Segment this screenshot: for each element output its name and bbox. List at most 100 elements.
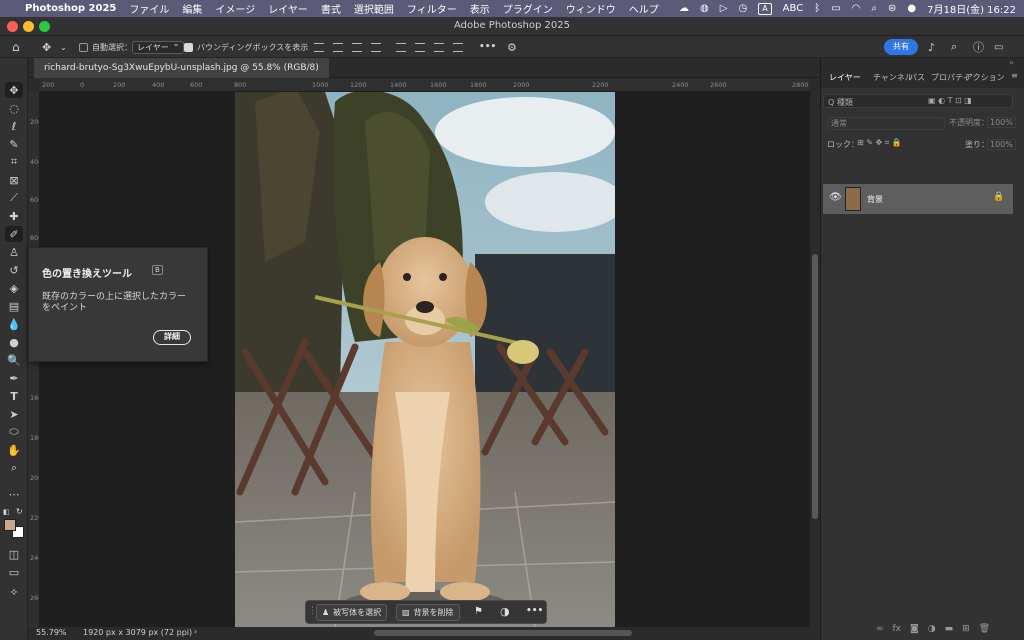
- bluetooth-icon[interactable]: ᛒ: [814, 3, 820, 14]
- layer-mask-icon[interactable]: ◙: [910, 624, 919, 634]
- settings-gear-icon[interactable]: ⚙: [507, 40, 517, 54]
- battery-icon[interactable]: ▭: [831, 3, 840, 14]
- adjustment-layer-icon[interactable]: ◑: [928, 624, 936, 634]
- zoom-tool-icon[interactable]: ⌕: [5, 460, 23, 476]
- layer-lock-icon[interactable]: 🔒: [993, 192, 1004, 202]
- link-layers-icon[interactable]: ∞: [876, 624, 884, 634]
- gradient-tool-icon[interactable]: ▤: [5, 298, 23, 314]
- notifications-bell-icon[interactable]: ♪: [928, 40, 935, 54]
- edit-toolbar-icon[interactable]: ⋯: [5, 486, 23, 502]
- new-layer-icon[interactable]: ⊞: [962, 624, 970, 634]
- layer-name[interactable]: 背景: [867, 194, 883, 205]
- more-options-button[interactable]: •••: [479, 40, 496, 54]
- layer-style-fx-icon[interactable]: fx: [893, 624, 902, 634]
- horizontal-scroll-thumb[interactable]: [374, 630, 632, 636]
- path-selection-tool-icon[interactable]: ➤: [5, 406, 23, 422]
- screen-mode-icon[interactable]: ▭: [5, 564, 23, 580]
- align-middle-icon[interactable]: [415, 43, 425, 52]
- align-top-icon[interactable]: [396, 43, 406, 52]
- group-folder-icon[interactable]: ▬: [945, 624, 954, 634]
- app-menu[interactable]: Photoshop 2025: [25, 3, 116, 14]
- remove-background-button[interactable]: ▨ 背景を削除: [396, 604, 460, 621]
- opacity-input[interactable]: 100%: [987, 117, 1016, 128]
- default-colors-icon[interactable]: ◧: [3, 508, 10, 516]
- status-menu-arrow[interactable]: ›: [194, 627, 197, 636]
- blend-mode-select[interactable]: 通常: [827, 117, 945, 130]
- swap-colors-icon[interactable]: ↻: [16, 507, 23, 516]
- input-mode-label[interactable]: ABC: [783, 3, 804, 14]
- menu-edit[interactable]: 編集: [182, 1, 202, 16]
- crop-tool-icon[interactable]: ⌗: [5, 154, 23, 170]
- control-center-icon[interactable]: ⊜: [888, 3, 896, 14]
- help-icon[interactable]: ⓘ: [973, 40, 984, 54]
- distribute-horizontal-icon[interactable]: [371, 43, 381, 52]
- history-brush-tool-icon[interactable]: ↺: [5, 262, 23, 278]
- tooltip-details-button[interactable]: 詳細: [153, 330, 191, 345]
- layer-kind-filter[interactable]: Q 種類 ▣ ◐ T ⊡ ◨: [823, 94, 1013, 108]
- home-icon[interactable]: ⌂: [12, 40, 20, 54]
- type-tool-icon[interactable]: T: [5, 388, 23, 404]
- menubar-clock[interactable]: 7月18日(金) 16:22: [927, 1, 1016, 16]
- eyedropper-tool-icon[interactable]: ⟋: [5, 190, 23, 206]
- trash-icon[interactable]: 🗑: [979, 624, 990, 634]
- flag-icon[interactable]: ⚑: [474, 606, 483, 617]
- clone-stamp-tool-icon[interactable]: ♙: [5, 244, 23, 260]
- taskbar-more-button[interactable]: •••: [526, 606, 543, 616]
- foreground-color-swatch[interactable]: [4, 519, 16, 531]
- share-button[interactable]: 共有: [884, 39, 918, 55]
- tab-channels[interactable]: チャンネル: [873, 72, 913, 83]
- bounding-box-option[interactable]: バウンディングボックスを表示: [184, 40, 308, 54]
- document-tab[interactable]: richard-brutyo-Sg3XwuEpybU-unsplash.jpg …: [34, 58, 329, 78]
- zoom-level[interactable]: 55.79%: [36, 628, 67, 637]
- align-left-icon[interactable]: [314, 43, 324, 52]
- workspace-icon[interactable]: ▭: [994, 40, 1003, 54]
- quick-mask-icon[interactable]: ◫: [5, 546, 23, 562]
- visibility-eye-icon[interactable]: 👁: [829, 192, 842, 203]
- tab-layers[interactable]: レイヤー: [829, 72, 861, 83]
- clock-icon[interactable]: ◷: [738, 3, 747, 14]
- move-tool-icon[interactable]: ✥: [5, 82, 23, 98]
- generative-icon[interactable]: ✧: [5, 584, 23, 600]
- tab-paths[interactable]: パス: [909, 72, 925, 83]
- auto-select-target-select[interactable]: レイヤー: [132, 39, 184, 54]
- layer-row-background[interactable]: 👁 背景 🔒: [823, 184, 1013, 214]
- search-icon[interactable]: ⌕: [871, 3, 877, 14]
- dodge-tool-icon[interactable]: ●: [5, 334, 23, 350]
- search-icon[interactable]: ⌕: [951, 40, 957, 54]
- menu-image[interactable]: イメージ: [215, 1, 255, 16]
- menu-filter[interactable]: フィルター: [407, 1, 457, 16]
- panel-menu-icon[interactable]: ≡: [1011, 71, 1018, 80]
- color-replacement-tool-icon[interactable]: ✐: [5, 226, 23, 242]
- fill-input[interactable]: 100%: [987, 139, 1016, 150]
- vertical-scrollbar[interactable]: [810, 79, 820, 627]
- lock-icons[interactable]: ⊞ ✎ ✥ ⌗ 🔒: [857, 138, 902, 148]
- siri-icon[interactable]: ●: [907, 3, 916, 14]
- menu-file[interactable]: ファイル: [129, 1, 169, 16]
- adjustment-icon[interactable]: ◑: [500, 605, 510, 618]
- zoom-magnifier-icon[interactable]: 🔍: [5, 352, 23, 368]
- tool-preset-chevron-icon[interactable]: ⌄: [60, 40, 67, 54]
- wifi-icon[interactable]: ◠: [852, 3, 861, 14]
- menu-help[interactable]: ヘルプ: [629, 1, 659, 16]
- bounding-box-checkbox[interactable]: [184, 42, 193, 52]
- menu-layer[interactable]: レイヤー: [268, 1, 308, 16]
- healing-brush-tool-icon[interactable]: ✚: [5, 208, 23, 224]
- move-tool-icon[interactable]: ✥: [42, 40, 51, 54]
- vertical-scroll-thumb[interactable]: [812, 254, 818, 519]
- panel-collapse-icon[interactable]: »: [1009, 58, 1014, 67]
- align-center-icon[interactable]: [333, 43, 343, 52]
- pen-tool-icon[interactable]: ✒: [5, 370, 23, 386]
- photo-golden-retriever-puppy[interactable]: [235, 92, 615, 627]
- menu-type[interactable]: 書式: [321, 1, 341, 16]
- select-subject-button[interactable]: ♟ 被写体を選択: [316, 604, 388, 621]
- hand-tool-icon[interactable]: ✋: [5, 442, 23, 458]
- tab-actions[interactable]: アクション: [965, 72, 1005, 83]
- menu-view[interactable]: 表示: [470, 1, 490, 16]
- ellipse-tool-icon[interactable]: ⬭: [5, 424, 23, 440]
- align-bottom-icon[interactable]: [434, 43, 444, 52]
- input-source-badge[interactable]: A: [758, 2, 772, 15]
- menu-select[interactable]: 選択範囲: [354, 1, 394, 16]
- eraser-tool-icon[interactable]: ◈: [5, 280, 23, 296]
- creative-cloud-icon[interactable]: ☁: [679, 3, 689, 14]
- frame-tool-icon[interactable]: ⊠: [5, 172, 23, 188]
